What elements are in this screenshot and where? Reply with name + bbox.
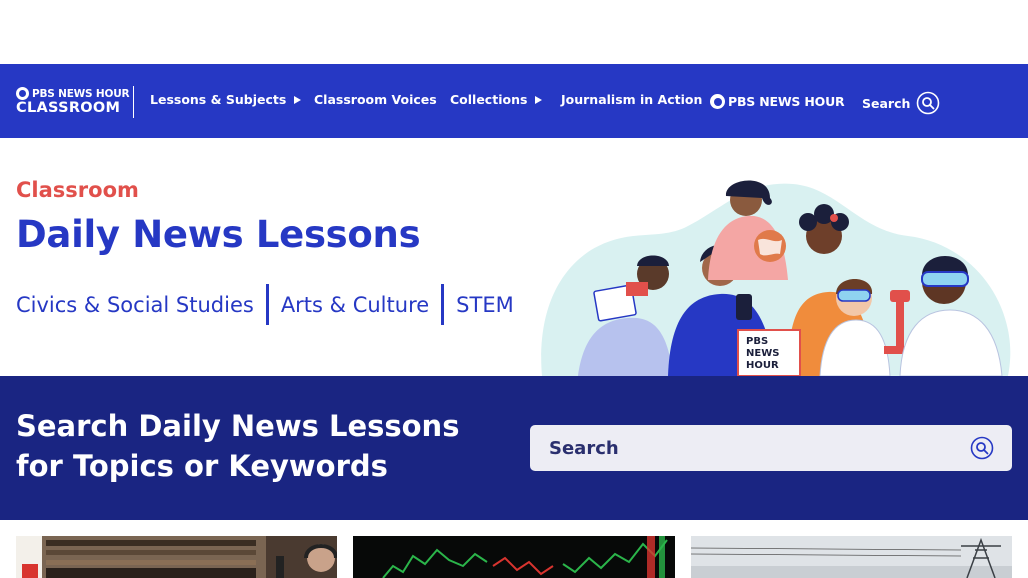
subject-link-civics[interactable]: Civics & Social Studies xyxy=(16,293,254,317)
subject-link-stem[interactable]: STEM xyxy=(456,293,514,317)
power-lines-image xyxy=(691,536,1012,578)
nav-collections[interactable]: Collections xyxy=(450,92,543,107)
lesson-card-thumbnail[interactable] xyxy=(353,536,675,578)
nav-classroom-voices[interactable]: Classroom Voices xyxy=(314,92,437,107)
subject-divider xyxy=(265,284,269,325)
badge-text-hour: HOUR xyxy=(746,360,779,371)
logo-top-text: PBS NEWS HOUR xyxy=(32,87,130,100)
pbs-newshour-logo[interactable]: PBS NEWS HOUR xyxy=(710,94,845,109)
nav-lessons-subjects[interactable]: Lessons & Subjects xyxy=(150,92,302,107)
radio-studio-image xyxy=(16,536,337,578)
main-nav: PBS NEWS HOUR CLASSROOM Lessons & Subjec… xyxy=(0,64,1028,138)
lesson-search-input[interactable] xyxy=(530,425,1012,471)
triangle-right-icon xyxy=(535,95,543,104)
nav-search-label: Search xyxy=(862,95,911,111)
page-title: Daily News Lessons xyxy=(16,213,421,256)
subject-divider xyxy=(441,284,445,325)
search-icon xyxy=(917,91,940,115)
lesson-search-box xyxy=(530,425,1012,471)
nav-item-label: Lessons & Subjects xyxy=(150,92,287,107)
lesson-card-thumbnail[interactable] xyxy=(691,536,1012,578)
nav-search-button[interactable]: Search xyxy=(862,91,940,115)
students-illustration: PBS NEWS HOUR xyxy=(541,180,1011,376)
lesson-card-thumbnail[interactable] xyxy=(16,536,337,578)
hero-eyebrow: Classroom xyxy=(16,178,139,202)
pbs-newshour-classroom-logo[interactable]: PBS NEWS HOUR CLASSROOM xyxy=(16,86,134,118)
stock-chart-image xyxy=(353,536,675,578)
subject-links: Civics & Social Studies Arts & Culture S… xyxy=(16,284,514,325)
search-band-title: Search Daily News Lessons for Topics or … xyxy=(16,409,460,483)
badge-text-news: NEWS xyxy=(746,348,779,359)
logo-top-line: PBS NEWS HOUR xyxy=(16,87,130,100)
nav-item-label: Collections xyxy=(450,92,528,107)
triangle-right-icon xyxy=(294,95,302,104)
nav-journalism-in-action[interactable]: Journalism in Action xyxy=(561,92,702,107)
search-icon[interactable] xyxy=(970,436,994,460)
nav-item-label: Journalism in Action xyxy=(561,92,703,107)
subject-link-arts[interactable]: Arts & Culture xyxy=(281,293,429,317)
nav-item-label: Classroom Voices xyxy=(314,92,437,107)
badge-text-pbs: PBS xyxy=(746,336,768,347)
search-band: Search Daily News Lessons for Topics or … xyxy=(0,376,1028,520)
logo-bottom-text: CLASSROOM xyxy=(16,100,121,116)
pbs-head-icon xyxy=(710,94,725,109)
top-whitespace xyxy=(0,0,1028,64)
pbs-newshour-logo-text: PBS NEWS HOUR xyxy=(728,94,845,109)
pbs-head-icon xyxy=(16,87,29,100)
